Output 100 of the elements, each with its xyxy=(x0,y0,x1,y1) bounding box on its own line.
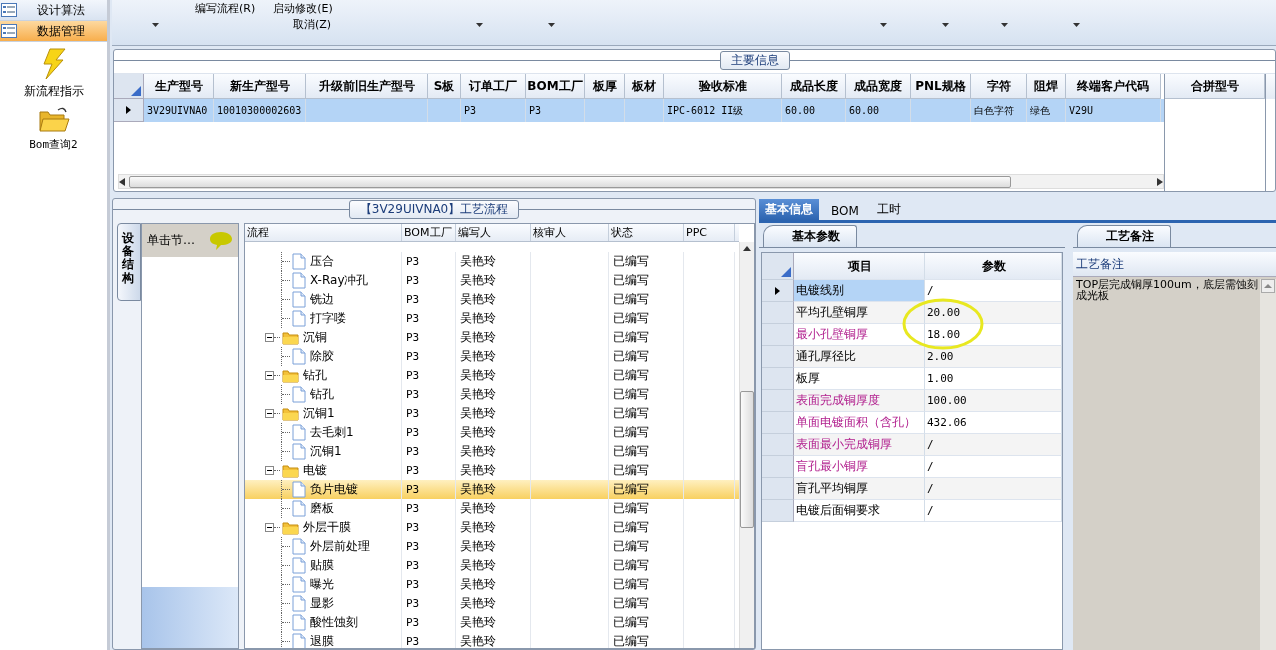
parameter-row[interactable]: 通孔厚径比 2.00 xyxy=(762,346,1062,368)
table-cell: P3 xyxy=(406,331,420,344)
tree-row[interactable]: 沉铜1 P3 吴艳玲 已编写 xyxy=(245,442,739,461)
table-cell: 已编写 xyxy=(613,272,649,289)
tree-row[interactable]: 去毛刺1 P3 吴艳玲 已编写 xyxy=(245,423,739,442)
scroll-up-icon[interactable] xyxy=(743,246,751,251)
collapse-icon[interactable] xyxy=(265,333,274,342)
toolbar-command[interactable]: 取消(Z) xyxy=(293,16,332,32)
tree-row[interactable]: 外层前处理 P3 吴艳玲 已编写 xyxy=(245,537,739,556)
parameter-row[interactable]: 电镀后面铜要求 / xyxy=(762,500,1062,522)
column-header[interactable]: 成品长度 xyxy=(782,74,846,99)
tree-row[interactable]: 曝光 P3 吴艳玲 已编写 xyxy=(245,575,739,594)
table-cell: 已编写 xyxy=(613,348,649,365)
tree-row[interactable]: 显影 P3 吴艳玲 已编写 xyxy=(245,594,739,613)
column-header[interactable]: PPC xyxy=(684,224,735,241)
column-header[interactable]: 状态 xyxy=(609,224,684,241)
collapse-icon[interactable] xyxy=(265,371,274,380)
tree-row[interactable]: 酸性蚀刻 P3 吴艳玲 已编写 xyxy=(245,613,739,632)
shortcut-button[interactable]: 新流程指示 xyxy=(0,48,107,100)
table-cell: 已编写 xyxy=(613,310,649,327)
tab[interactable]: 工时 xyxy=(870,199,907,220)
table-cell: 已编写 xyxy=(613,405,649,422)
column-header[interactable]: 生产型号 xyxy=(144,74,214,99)
vertical-scrollbar[interactable] xyxy=(739,242,754,648)
tab[interactable]: BOM xyxy=(825,202,865,220)
collapse-icon[interactable] xyxy=(265,409,274,418)
folder-icon xyxy=(282,406,299,421)
column-header[interactable]: 订单工厂 xyxy=(461,74,526,99)
column-header[interactable]: 板材 xyxy=(625,74,664,99)
tree-row[interactable]: 贴膜 P3 吴艳玲 已编写 xyxy=(245,556,739,575)
horizontal-scrollbar[interactable] xyxy=(118,174,1164,189)
parameter-name: 电镀线别 xyxy=(796,282,844,299)
toolbar-command[interactable]: 启动修改(E) xyxy=(273,0,333,16)
dropdown-caret-icon[interactable] xyxy=(880,22,887,27)
tree-row[interactable]: 打字喽 P3 吴艳玲 已编写 xyxy=(245,309,739,328)
shortcut-button[interactable]: Bom查询2 xyxy=(0,106,107,152)
tree-row[interactable]: 钻孔 P3 吴艳玲 已编写 xyxy=(245,385,739,404)
column-header[interactable]: BOM工厂 xyxy=(526,74,585,99)
vertical-tab[interactable]: 设备结构 xyxy=(117,223,141,301)
column-header[interactable]: 阻焊 xyxy=(1027,74,1066,99)
process-step: 外层干膜 xyxy=(303,519,351,536)
column-header[interactable]: 核审人 xyxy=(531,224,609,241)
table-cell: P3 xyxy=(406,597,420,610)
tree-row[interactable]: 沉铜1 P3 吴艳玲 已编写 xyxy=(245,404,739,423)
column-header[interactable]: PNL规格 xyxy=(911,74,971,99)
scroll-left-icon[interactable] xyxy=(119,177,125,186)
column-header[interactable]: 板厚 xyxy=(585,74,625,99)
tree-row[interactable]: 退膜 P3 吴艳玲 已编写 xyxy=(245,632,739,648)
column-header[interactable]: 升级前旧生产型号 xyxy=(306,74,428,99)
dropdown-caret-icon[interactable] xyxy=(152,22,159,27)
tree-row[interactable]: X-Ray冲孔 P3 吴艳玲 已编写 xyxy=(245,271,739,290)
dropdown-caret-icon[interactable] xyxy=(1001,22,1008,27)
column-header[interactable]: 终端客户代码 xyxy=(1066,74,1161,99)
tab[interactable]: 基本信息 xyxy=(759,199,819,220)
tab[interactable]: 工艺备注 xyxy=(1077,225,1171,247)
scroll-right-icon[interactable] xyxy=(1157,177,1163,186)
parameter-row[interactable]: 盲孔平均铜厚 / xyxy=(762,478,1062,500)
tree-row[interactable]: 负片电镀 P3 吴艳玲 已编写 xyxy=(245,480,739,499)
dropdown-caret-icon[interactable] xyxy=(942,22,949,27)
collapse-icon[interactable] xyxy=(265,523,274,532)
column-header[interactable]: 合拼型号 xyxy=(1165,74,1265,99)
column-header[interactable]: 字符 xyxy=(971,74,1027,99)
tree-row[interactable]: 外层干膜 P3 吴艳玲 已编写 xyxy=(245,518,739,537)
tree-row[interactable]: 压合 P3 吴艳玲 已编写 xyxy=(245,252,739,271)
column-header[interactable]: 新生产型号 xyxy=(214,74,306,99)
tree-row[interactable]: 沉铜 P3 吴艳玲 已编写 xyxy=(245,328,739,347)
column-header[interactable]: BOM工厂 xyxy=(402,224,456,241)
column-header[interactable]: 流程 xyxy=(245,224,402,241)
table-cell: 已编写 xyxy=(613,519,649,536)
parameter-value: 2.00 xyxy=(927,350,954,363)
tree-row[interactable]: 磨板 P3 吴艳玲 已编写 xyxy=(245,499,739,518)
column-header[interactable]: S板 xyxy=(428,74,461,99)
column-header[interactable]: 参数 xyxy=(925,253,1062,280)
dropdown-caret-icon[interactable] xyxy=(476,22,483,27)
process-step: 沉铜 xyxy=(303,329,327,346)
parameter-name: 盲孔平均铜厚 xyxy=(796,480,868,497)
tab[interactable]: 基本参数 xyxy=(763,225,857,247)
table-cell: 已编写 xyxy=(613,633,649,648)
node-hint: 单击节… xyxy=(147,232,195,249)
dropdown-caret-icon[interactable] xyxy=(1073,22,1080,27)
notes-field[interactable]: TOP层完成铜厚100um，底层需蚀刻成光板 xyxy=(1073,277,1276,650)
parameter-row[interactable]: 电镀线别 / xyxy=(762,280,1062,302)
parameter-name: 盲孔最小铜厚 xyxy=(796,458,868,475)
column-header[interactable]: 验收标准 xyxy=(664,74,782,99)
column-header[interactable]: 项目 xyxy=(794,253,925,280)
parameter-row[interactable]: 表面最小完成铜厚 / xyxy=(762,434,1062,456)
column-header[interactable]: 成品宽度 xyxy=(846,74,911,99)
sidebar-item[interactable]: 数据管理 xyxy=(0,21,107,42)
sidebar-item[interactable]: 设计算法 xyxy=(0,0,107,21)
table-row[interactable]: 3V29UIVNA0 10010300002603 P3 P3 IPC-6012 II级 60.00 60.00 白色字符 绿色 V29U xyxy=(114,99,1164,122)
dropdown-caret-icon[interactable] xyxy=(548,22,555,27)
column-header[interactable]: 编写人 xyxy=(456,224,531,241)
parameter-name: 单面电镀面积（含孔） xyxy=(796,414,916,431)
toolbar-command[interactable]: 编写流程(R) xyxy=(195,0,256,16)
tree-row[interactable]: 除胶 P3 吴艳玲 已编写 xyxy=(245,347,739,366)
tree-row[interactable]: 钻孔 P3 吴艳玲 已编写 xyxy=(245,366,739,385)
tree-row[interactable]: 铣边 P3 吴艳玲 已编写 xyxy=(245,290,739,309)
collapse-icon[interactable] xyxy=(265,466,274,475)
parameter-row[interactable]: 平均孔壁铜厚 20.00 xyxy=(762,302,1062,324)
parameter-row[interactable]: 表面完成铜厚度 100.00 xyxy=(762,390,1062,412)
